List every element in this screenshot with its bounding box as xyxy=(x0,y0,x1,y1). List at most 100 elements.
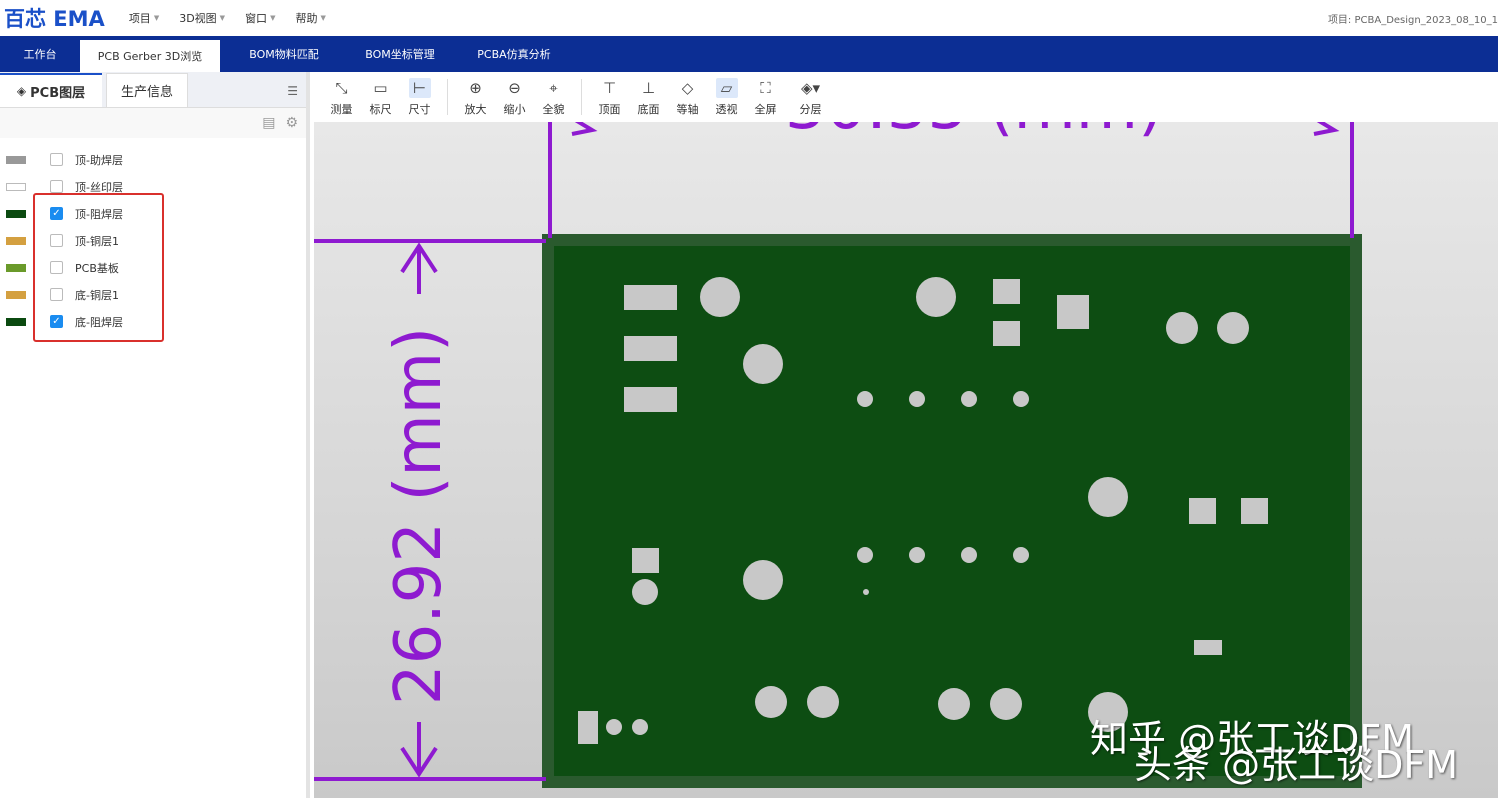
tab-label: PCB图层 xyxy=(30,85,86,101)
height-dimension-container: 26.92 (mm) xyxy=(344,316,494,716)
menu-project[interactable]: 项目 ▼ xyxy=(129,10,159,26)
layer-checkbox-checked[interactable]: ✓ xyxy=(50,315,63,328)
fit-view-button[interactable]: ⌖ 全貌 xyxy=(534,73,573,121)
fullscreen-button[interactable]: ⛶ 全屏 xyxy=(746,73,785,121)
app-logo[interactable]: 百芯 EMA xyxy=(4,3,105,33)
layer-color-swatch xyxy=(6,209,26,218)
tab-workbench[interactable]: 工作台 xyxy=(0,36,80,72)
chevron-down-icon: ▼ xyxy=(153,14,160,22)
project-label: 项目: PCBA_Design_2023_08_10_1 xyxy=(1327,15,1498,26)
layer-color-swatch xyxy=(6,236,26,245)
measure-icon: ⤡ xyxy=(335,78,348,97)
menu-help[interactable]: 帮助 ▼ xyxy=(295,10,325,26)
layers-dropdown-button[interactable]: ◈▾ 分层 xyxy=(791,73,830,121)
menu-label: 帮助 xyxy=(295,12,318,25)
tab-bom-coordinates[interactable]: BOM坐标管理 xyxy=(348,36,452,72)
layer-row[interactable]: ✓ 顶-阻焊层 xyxy=(0,200,306,227)
dimension-icon: ⊢ xyxy=(408,77,431,98)
layer-name: 顶-丝印层 xyxy=(75,180,123,194)
panel-tabs: ◈ PCB图层 生产信息 ☰ xyxy=(0,72,306,108)
module-tab-bar: 工作台 PCB Gerber 3D浏览 BOM物料匹配 BOM坐标管理 PCBA… xyxy=(0,36,1498,72)
measure-button[interactable]: ⤡ 测量 xyxy=(322,73,361,121)
layer-checkbox[interactable] xyxy=(50,234,63,247)
zoom-out-button[interactable]: ⊖ 缩小 xyxy=(495,73,534,121)
tool-label: 分层 xyxy=(799,102,822,116)
list-view-icon[interactable]: ▤ xyxy=(262,115,275,131)
isometric-icon: ◇ xyxy=(681,78,694,97)
check-icon: ✓ xyxy=(52,316,61,327)
tool-label: 测量 xyxy=(330,102,353,116)
bottom-view-button[interactable]: ⊥ 底面 xyxy=(629,73,668,121)
ruler-icon: ▭ xyxy=(373,78,388,97)
tab-pcba-simulation[interactable]: PCBA仿真分析 xyxy=(452,36,576,72)
layers-icon: ◈ xyxy=(16,84,27,98)
fit-view-icon: ⌖ xyxy=(549,78,558,97)
layer-name: PCB基板 xyxy=(75,261,119,275)
view-toolbar: ⤡ 测量 ▭ 标尺 ⊢ 尺寸 ⊕ 放大 ⊖ 缩小 ⌖ 全貌 ⊤ 顶面 ⊥ 底面 … xyxy=(314,72,1498,122)
chevron-down-icon: ▼ xyxy=(270,14,276,22)
layer-checkbox[interactable] xyxy=(50,153,63,166)
layer-row[interactable]: 顶-丝印层 xyxy=(0,173,306,200)
layer-color-swatch xyxy=(6,182,26,191)
chevron-down-icon: ▼ xyxy=(320,14,326,22)
layer-name: 底-阻焊层 xyxy=(75,315,123,329)
layer-checkbox-checked[interactable]: ✓ xyxy=(50,207,63,220)
3d-viewport[interactable]: 26.92 (mm) 30.35 (mm) 知乎 @张工谈DFM 头条 @张工谈… xyxy=(314,122,1498,798)
tool-label: 等轴 xyxy=(676,102,699,116)
layer-panel: ◈ PCB图层 生产信息 ☰ ▤ ⚙ 顶-助焊层 顶-丝印层 ✓ 顶-阻焊层 顶… xyxy=(0,72,310,798)
top-view-button[interactable]: ⊤ 顶面 xyxy=(590,73,629,121)
zoom-in-button[interactable]: ⊕ 放大 xyxy=(456,73,495,121)
tool-label: 标尺 xyxy=(369,102,392,116)
layer-name: 顶-阻焊层 xyxy=(75,207,123,221)
main-menu: 项目 ▼ 3D视图 ▼ 窗口 ▼ 帮助 ▼ xyxy=(129,10,346,26)
layer-row[interactable]: 底-铜层1 xyxy=(0,281,306,308)
check-icon: ✓ xyxy=(52,208,61,219)
tool-label: 顶面 xyxy=(598,102,621,116)
tool-label: 透视 xyxy=(715,102,738,116)
layers-dropdown-icon: ◈▾ xyxy=(800,78,821,97)
layer-checkbox[interactable] xyxy=(50,261,63,274)
tab-bom-match[interactable]: BOM物料匹配 xyxy=(220,36,348,72)
layer-settings-icon[interactable]: ⚙ xyxy=(285,115,298,131)
layer-row[interactable]: ✓ 底-阻焊层 xyxy=(0,308,306,335)
tab-production-info[interactable]: 生产信息 xyxy=(106,73,188,107)
fullscreen-icon: ⛶ xyxy=(760,78,771,97)
toolbar-divider xyxy=(447,79,448,115)
menu-label: 3D视图 xyxy=(179,12,217,25)
layer-list: 顶-助焊层 顶-丝印层 ✓ 顶-阻焊层 顶-铜层1 PCB基板 底-铜层1 ✓ … xyxy=(0,138,306,335)
perspective-button[interactable]: ▱ 透视 xyxy=(707,73,746,121)
menu-window[interactable]: 窗口 ▼ xyxy=(245,10,275,26)
dimension-button[interactable]: ⊢ 尺寸 xyxy=(400,73,439,121)
tab-pcb-layers[interactable]: ◈ PCB图层 xyxy=(0,73,102,107)
layer-checkbox[interactable] xyxy=(50,180,63,193)
toutiao-watermark: 头条 @张工谈DFM xyxy=(1134,743,1458,787)
tool-label: 放大 xyxy=(464,102,487,116)
isometric-button[interactable]: ◇ 等轴 xyxy=(668,73,707,121)
tool-label: 全貌 xyxy=(542,102,565,116)
layer-row[interactable]: 顶-助焊层 xyxy=(0,146,306,173)
chevron-down-icon: ▼ xyxy=(219,14,226,22)
menu-3d-view[interactable]: 3D视图 ▼ xyxy=(179,10,225,26)
perspective-icon: ▱ xyxy=(715,77,738,98)
tool-label: 尺寸 xyxy=(408,102,431,116)
layer-color-swatch xyxy=(6,263,26,272)
layer-checkbox[interactable] xyxy=(50,288,63,301)
layer-row[interactable]: 顶-铜层1 xyxy=(0,227,306,254)
bottom-view-icon: ⊥ xyxy=(641,78,656,97)
layer-name: 顶-助焊层 xyxy=(75,153,123,167)
menu-label: 项目 xyxy=(128,12,151,25)
ruler-button[interactable]: ▭ 标尺 xyxy=(361,73,400,121)
zoom-in-icon: ⊕ xyxy=(469,78,482,97)
tool-label: 底面 xyxy=(637,102,660,116)
tool-label: 缩小 xyxy=(503,102,526,116)
layer-name: 底-铜层1 xyxy=(75,288,119,302)
top-view-icon: ⊤ xyxy=(602,78,617,97)
menu-label: 窗口 xyxy=(245,12,268,25)
layer-row[interactable]: PCB基板 xyxy=(0,254,306,281)
menu-bar: 百芯 EMA 项目 ▼ 3D视图 ▼ 窗口 ▼ 帮助 ▼ 项目: PCBA_Design… xyxy=(0,0,1498,36)
height-dimension-label: 26.92 (mm) xyxy=(382,326,456,706)
tab-pcb-gerber-3d[interactable]: PCB Gerber 3D浏览 xyxy=(80,40,220,72)
collapse-panel-icon[interactable]: ☰ xyxy=(287,84,298,98)
toolbar-divider xyxy=(581,79,582,115)
layer-color-swatch xyxy=(6,155,26,164)
